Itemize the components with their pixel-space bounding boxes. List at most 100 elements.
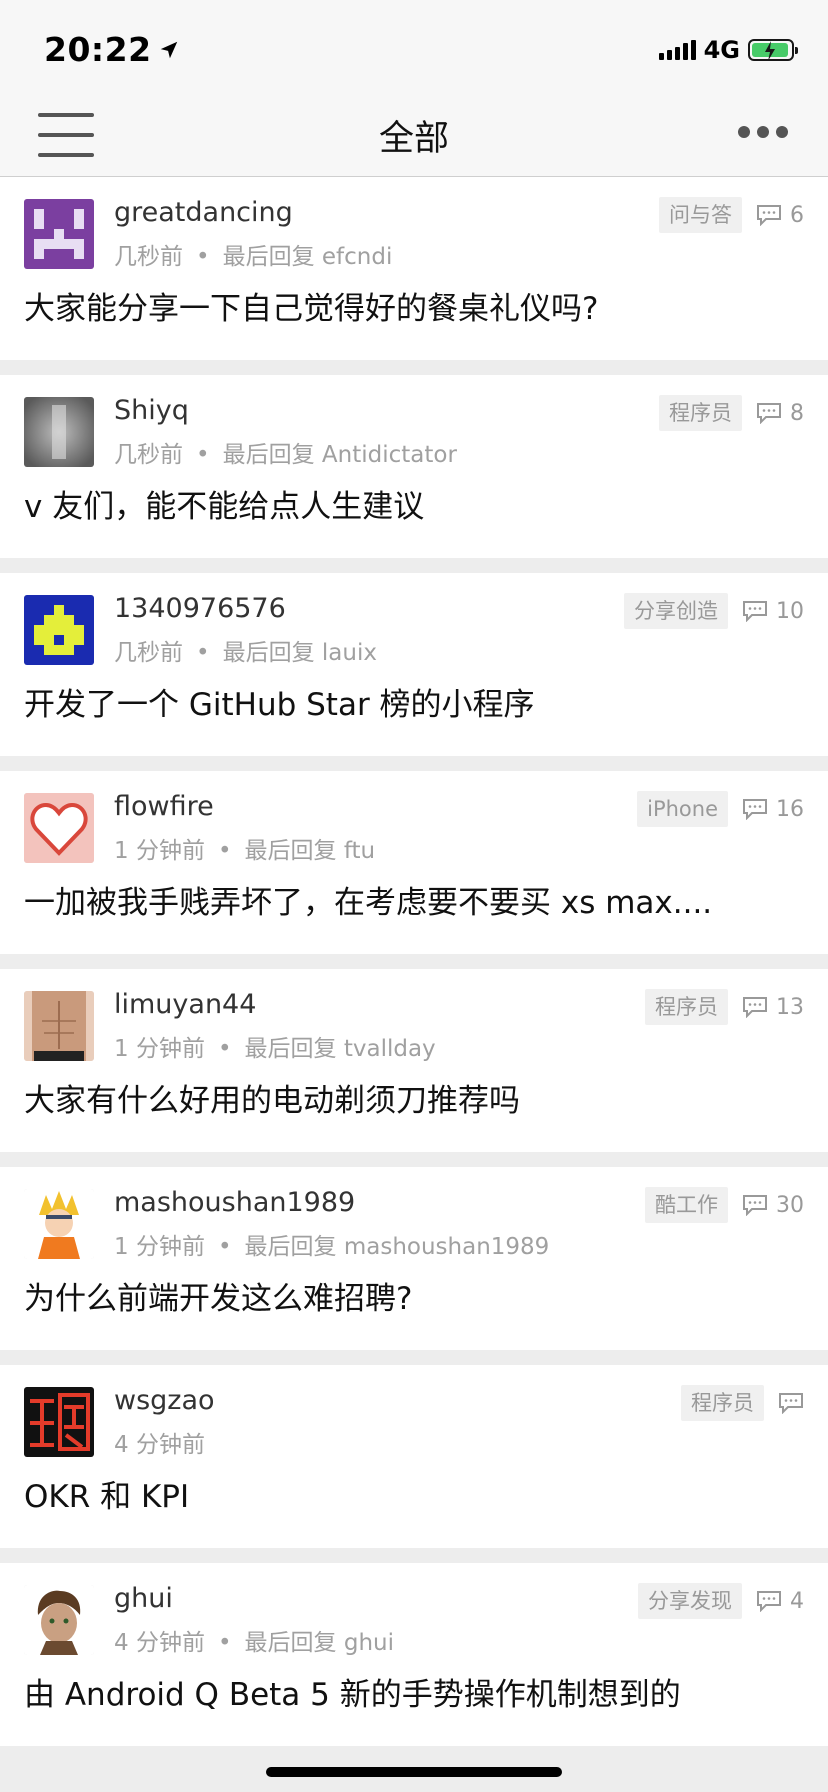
topic-meta: 4 分钟前 (114, 1425, 205, 1459)
topic-item[interactable]: limuyan44 1 分钟前 • 最后回复 tvallday 程序员 13 大家有… (0, 969, 828, 1152)
username[interactable]: flowfire (114, 791, 214, 822)
last-reply: 最后回复 ghui (244, 1630, 394, 1656)
cellular-signal-icon (658, 40, 696, 60)
node-tag[interactable]: 程序员 (659, 395, 742, 431)
comment-bubble-icon (779, 1393, 803, 1414)
post-time: 1 分钟前 (114, 1036, 205, 1062)
post-time: 4 分钟前 (114, 1432, 205, 1458)
comment-bubble-icon (757, 205, 781, 226)
node-tag[interactable]: 分享发现 (638, 1583, 742, 1619)
topic-item[interactable]: wsgzao 4 分钟前 程序员 OKR 和 KPI (0, 1365, 828, 1548)
reply-count: 8 (756, 401, 804, 426)
topic-meta: 几秒前 • 最后回复 lauix (114, 633, 377, 667)
node-tag[interactable]: 程序员 (645, 989, 728, 1025)
location-arrow-icon (160, 41, 177, 58)
post-time: 几秒前 (114, 244, 183, 270)
username[interactable]: limuyan44 (114, 989, 256, 1020)
more-dots-icon[interactable] (738, 126, 788, 138)
comment-bubble-icon (757, 403, 781, 424)
reply-count: 30 (742, 1193, 804, 1218)
last-reply: 最后回复 ftu (244, 838, 376, 864)
post-time: 几秒前 (114, 640, 183, 666)
node-tag[interactable]: iPhone (637, 791, 728, 827)
topic-info: 程序员 13 (645, 989, 804, 1025)
avatar[interactable] (24, 595, 94, 665)
topic-title[interactable]: OKR 和 KPI (24, 1471, 804, 1516)
node-tag[interactable]: 问与答 (659, 197, 742, 233)
topic-title[interactable]: 为什么前端开发这么难招聘? (24, 1273, 804, 1318)
status-time-text: 20:22 (44, 30, 152, 69)
battery-charging-icon (748, 39, 798, 61)
last-reply: 最后回复 mashoushan1989 (244, 1234, 550, 1260)
topic-meta: 几秒前 • 最后回复 efcndi (114, 237, 392, 271)
username[interactable]: Shiyq (114, 395, 189, 426)
topic-info: 程序员 (681, 1385, 804, 1421)
topic-info: 程序员 8 (659, 395, 804, 431)
topic-meta: 1 分钟前 • 最后回复 mashoushan1989 (114, 1227, 549, 1261)
avatar[interactable] (24, 1387, 94, 1457)
home-indicator[interactable] (266, 1767, 562, 1777)
reply-count-text: 6 (790, 202, 804, 228)
node-tag[interactable]: 程序员 (681, 1385, 764, 1421)
topic-meta: 4 分钟前 • 最后回复 ghui (114, 1623, 394, 1657)
meta-separator: • (217, 1234, 232, 1260)
navigation-bar: 全部 (0, 96, 828, 177)
topic-meta: 几秒前 • 最后回复 Antidictator (114, 435, 457, 469)
reply-count: 16 (742, 797, 804, 822)
username[interactable]: greatdancing (114, 197, 293, 228)
status-bar: 20:22 4G (0, 0, 828, 96)
last-reply: 最后回复 lauix (222, 640, 377, 666)
reply-count: 13 (742, 995, 804, 1020)
topic-title[interactable]: 由 Android Q Beta 5 新的手势操作机制想到的 (24, 1669, 804, 1714)
topic-info: 酷工作 30 (645, 1187, 804, 1223)
topic-title[interactable]: 大家有什么好用的电动剃须刀推荐吗 (24, 1075, 804, 1120)
topic-title[interactable]: 大家能分享一下自己觉得好的餐桌礼仪吗? (24, 283, 804, 328)
topic-info: 问与答 6 (659, 197, 804, 233)
reply-count-text: 10 (776, 598, 804, 624)
topic-info: 分享发现 4 (638, 1583, 804, 1619)
topic-info: iPhone 16 (637, 791, 804, 827)
topic-info: 分享创造 10 (624, 593, 804, 629)
post-time: 4 分钟前 (114, 1630, 205, 1656)
avatar[interactable] (24, 397, 94, 467)
last-reply: 最后回复 efcndi (222, 244, 393, 270)
username[interactable]: mashoushan1989 (114, 1187, 355, 1218)
comment-bubble-icon (743, 997, 767, 1018)
username[interactable]: wsgzao (114, 1385, 215, 1416)
avatar[interactable] (24, 991, 94, 1061)
comment-bubble-icon (743, 799, 767, 820)
topic-title[interactable]: v 友们，能不能给点人生建议 (24, 481, 804, 526)
meta-separator: • (196, 640, 210, 666)
avatar[interactable] (24, 199, 94, 269)
reply-count (778, 1392, 804, 1414)
post-time: 几秒前 (114, 442, 183, 468)
comment-bubble-icon (743, 1195, 767, 1216)
page-title: 全部 (378, 119, 449, 159)
topic-item[interactable]: flowfire 1 分钟前 • 最后回复 ftu iPhone 16 一加被我手贱… (0, 771, 828, 954)
reply-count: 6 (756, 203, 804, 228)
avatar[interactable] (24, 1189, 94, 1259)
reply-count-text: 30 (776, 1192, 804, 1218)
node-tag[interactable]: 分享创造 (624, 593, 728, 629)
comment-bubble-icon (757, 1591, 781, 1612)
status-time: 20:22 (44, 30, 180, 69)
meta-separator: • (217, 1036, 232, 1062)
avatar[interactable] (24, 793, 94, 863)
meta-separator: • (196, 442, 210, 468)
post-time: 1 分钟前 (114, 1234, 205, 1260)
node-tag[interactable]: 酷工作 (645, 1187, 728, 1223)
topic-item[interactable]: Shiyq 几秒前 • 最后回复 Antidictator 程序员 8 v 友们，能… (0, 375, 828, 558)
reply-count-text: 13 (776, 994, 804, 1020)
username[interactable]: 1340976576 (114, 593, 286, 624)
topic-item[interactable]: mashoushan1989 1 分钟前 • 最后回复 mashoushan1989… (0, 1167, 828, 1350)
reply-count-text: 16 (776, 796, 804, 822)
topic-item[interactable]: 1340976576 几秒前 • 最后回复 lauix 分享创造 10 开发了一个 … (0, 573, 828, 756)
network-type: 4G (703, 36, 740, 64)
topic-meta: 1 分钟前 • 最后回复 tvallday (114, 1029, 436, 1063)
topic-item[interactable]: greatdancing 几秒前 • 最后回复 efcndi 问与答 6 大家能分享… (0, 177, 828, 360)
topic-item[interactable]: ghui 4 分钟前 • 最后回复 ghui 分享发现 4 由 Android Q … (0, 1563, 828, 1746)
topic-title[interactable]: 开发了一个 GitHub Star 榜的小程序 (24, 679, 804, 724)
username[interactable]: ghui (114, 1583, 173, 1614)
topic-title[interactable]: 一加被我手贱弄坏了，在考虑要不要买 xs max.... (24, 877, 804, 922)
avatar[interactable] (24, 1585, 94, 1655)
